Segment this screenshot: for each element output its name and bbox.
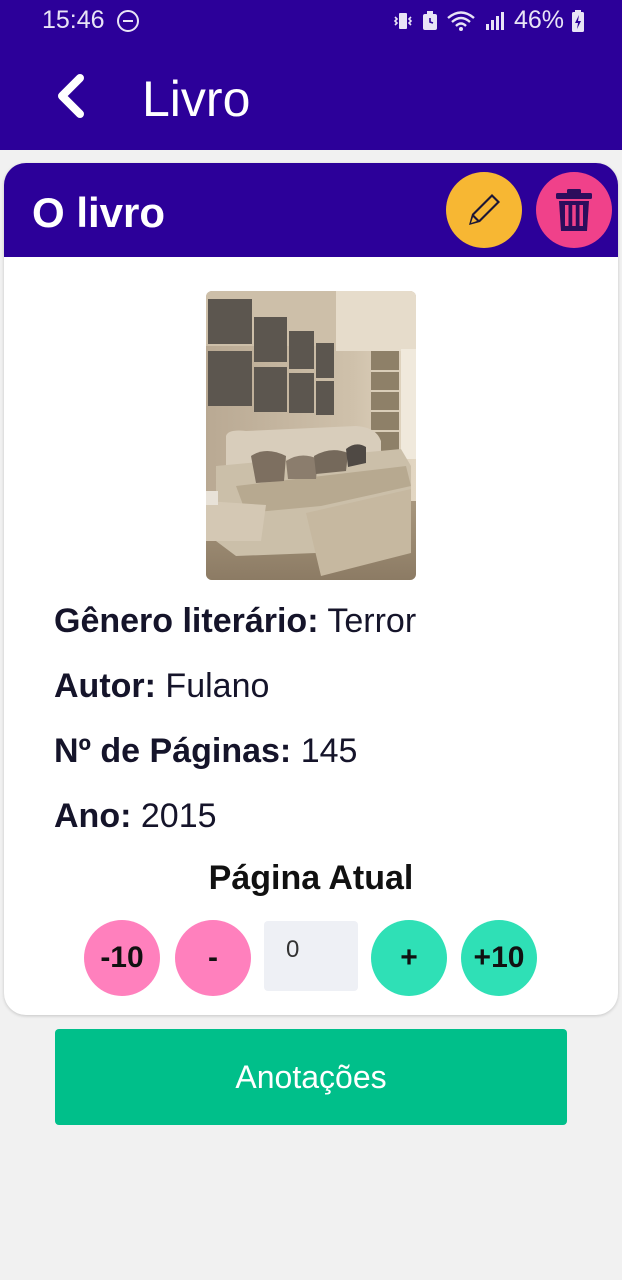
year-value: 2015	[140, 797, 217, 835]
genre-label: Gênero literário:	[54, 602, 319, 640]
minus-one-button[interactable]: -	[175, 920, 251, 996]
book-card: O livro Gênero literário: Terror Autor: …	[4, 163, 618, 1015]
genre-line: Gênero literário: Terror	[54, 601, 416, 641]
status-bar: 15:46 46%	[0, 0, 622, 44]
plus-ten-button[interactable]: +10	[461, 920, 537, 996]
pages-value: 145	[300, 732, 358, 770]
delete-button[interactable]	[536, 172, 612, 248]
pencil-icon	[469, 194, 500, 225]
current-page-input[interactable]	[264, 921, 358, 991]
status-icons: 46%	[392, 6, 584, 35]
wifi-icon	[447, 10, 475, 31]
pages-label: Nº de Páginas:	[54, 732, 292, 770]
minus-ten-button[interactable]: -10	[84, 920, 160, 996]
year-label: Ano:	[54, 797, 132, 835]
signal-icon	[485, 11, 504, 30]
alarm-icon	[422, 10, 437, 30]
vibrate-icon	[393, 12, 413, 29]
do-not-disturb-icon	[117, 10, 139, 32]
pages-line: Nº de Páginas: 145	[54, 731, 357, 771]
author-line: Autor: Fulano	[54, 666, 269, 706]
author-label: Autor:	[54, 667, 156, 705]
trash-icon	[556, 189, 592, 231]
notes-button-label: Anotações	[235, 1058, 387, 1095]
year-line: Ano: 2015	[54, 796, 217, 836]
current-page-label: Página Atual	[208, 859, 414, 897]
notes-button[interactable]: Anotações	[55, 1029, 567, 1125]
edit-button[interactable]	[446, 172, 522, 248]
status-time: 15:46	[42, 6, 105, 34]
genre-value: Terror	[327, 602, 417, 640]
book-cover-image	[206, 291, 416, 580]
page-title: Livro	[142, 71, 251, 127]
chevron-left-icon	[58, 74, 84, 118]
app-header: 15:46 46% Livro	[0, 0, 622, 150]
author-value: Fulano	[165, 667, 270, 705]
card-header: O livro	[4, 163, 618, 257]
back-button[interactable]	[50, 72, 94, 120]
battery-percent: 46%	[513, 6, 564, 34]
battery-icon	[572, 9, 584, 32]
plus-one-button[interactable]: +	[371, 920, 447, 996]
card-title: O livro	[32, 189, 166, 236]
